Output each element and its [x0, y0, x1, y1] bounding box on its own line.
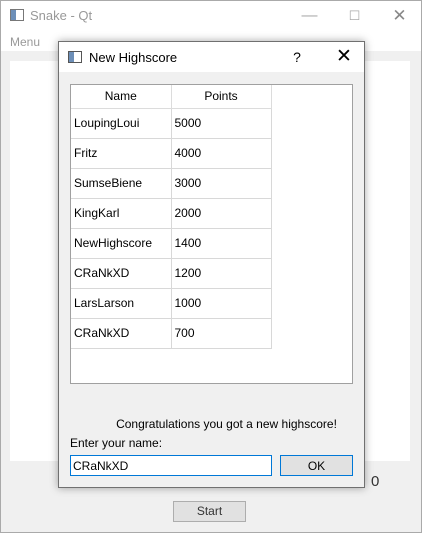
- dialog-window-icon: [68, 51, 82, 63]
- table-row[interactable]: KingKarl 2000: [71, 198, 272, 229]
- start-button[interactable]: Start: [173, 501, 246, 522]
- table-row[interactable]: CRaNkXD 700: [71, 318, 272, 349]
- table-header-row: Name Points: [71, 85, 272, 109]
- app-window-icon: [10, 9, 24, 21]
- cell-points[interactable]: 1000: [171, 288, 272, 319]
- cell-name[interactable]: KingKarl: [71, 198, 172, 229]
- table-row[interactable]: LoupingLoui 5000: [71, 108, 272, 139]
- dialog-title: New Highscore: [89, 50, 178, 65]
- maximize-icon[interactable]: ☐: [332, 1, 377, 31]
- help-icon[interactable]: ?: [281, 42, 313, 72]
- cell-points[interactable]: 700: [171, 318, 272, 349]
- cell-name[interactable]: CRaNkXD: [71, 258, 172, 289]
- cell-points[interactable]: 1400: [171, 228, 272, 259]
- cell-points[interactable]: 2000: [171, 198, 272, 229]
- dialog-close-icon[interactable]: ✕: [324, 42, 364, 72]
- congrats-message: Congratulations you got a new highscore!: [116, 417, 337, 431]
- cell-name[interactable]: SumseBiene: [71, 168, 172, 199]
- cell-points[interactable]: 1200: [171, 258, 272, 289]
- main-window-title: Snake - Qt: [30, 8, 93, 23]
- ok-button[interactable]: OK: [280, 455, 353, 476]
- main-title-bar: Snake - Qt — ☐ ✕: [1, 1, 421, 31]
- highscore-grid: Name Points LoupingLoui 5000 Fritz 4000 …: [71, 85, 272, 349]
- cell-name[interactable]: CRaNkXD: [71, 318, 172, 349]
- highscore-table[interactable]: Name Points LoupingLoui 5000 Fritz 4000 …: [70, 84, 353, 384]
- dialog-title-bar: New Highscore ? ✕: [59, 42, 364, 72]
- table-row[interactable]: NewHighscore 1400: [71, 228, 272, 259]
- cell-name[interactable]: Fritz: [71, 138, 172, 169]
- name-label: Enter your name:: [70, 436, 163, 450]
- cell-points[interactable]: 3000: [171, 168, 272, 199]
- cell-points[interactable]: 4000: [171, 138, 272, 169]
- cell-points[interactable]: 5000: [171, 108, 272, 139]
- column-header-name[interactable]: Name: [71, 85, 172, 109]
- table-row[interactable]: Fritz 4000: [71, 138, 272, 169]
- table-row[interactable]: SumseBiene 3000: [71, 168, 272, 199]
- cell-name[interactable]: NewHighscore: [71, 228, 172, 259]
- new-highscore-dialog: New Highscore ? ✕ Name Points LoupingLou…: [58, 41, 365, 488]
- score-display: 0: [371, 473, 380, 490]
- menu-item-menu[interactable]: Menu: [10, 35, 40, 49]
- column-header-points[interactable]: Points: [171, 85, 272, 109]
- table-row[interactable]: LarsLarson 1000: [71, 288, 272, 319]
- name-input[interactable]: [70, 455, 272, 476]
- cell-name[interactable]: LarsLarson: [71, 288, 172, 319]
- cell-name[interactable]: LoupingLoui: [71, 108, 172, 139]
- close-icon[interactable]: ✕: [377, 1, 422, 31]
- minimize-icon[interactable]: —: [287, 1, 332, 31]
- table-row[interactable]: CRaNkXD 1200: [71, 258, 272, 289]
